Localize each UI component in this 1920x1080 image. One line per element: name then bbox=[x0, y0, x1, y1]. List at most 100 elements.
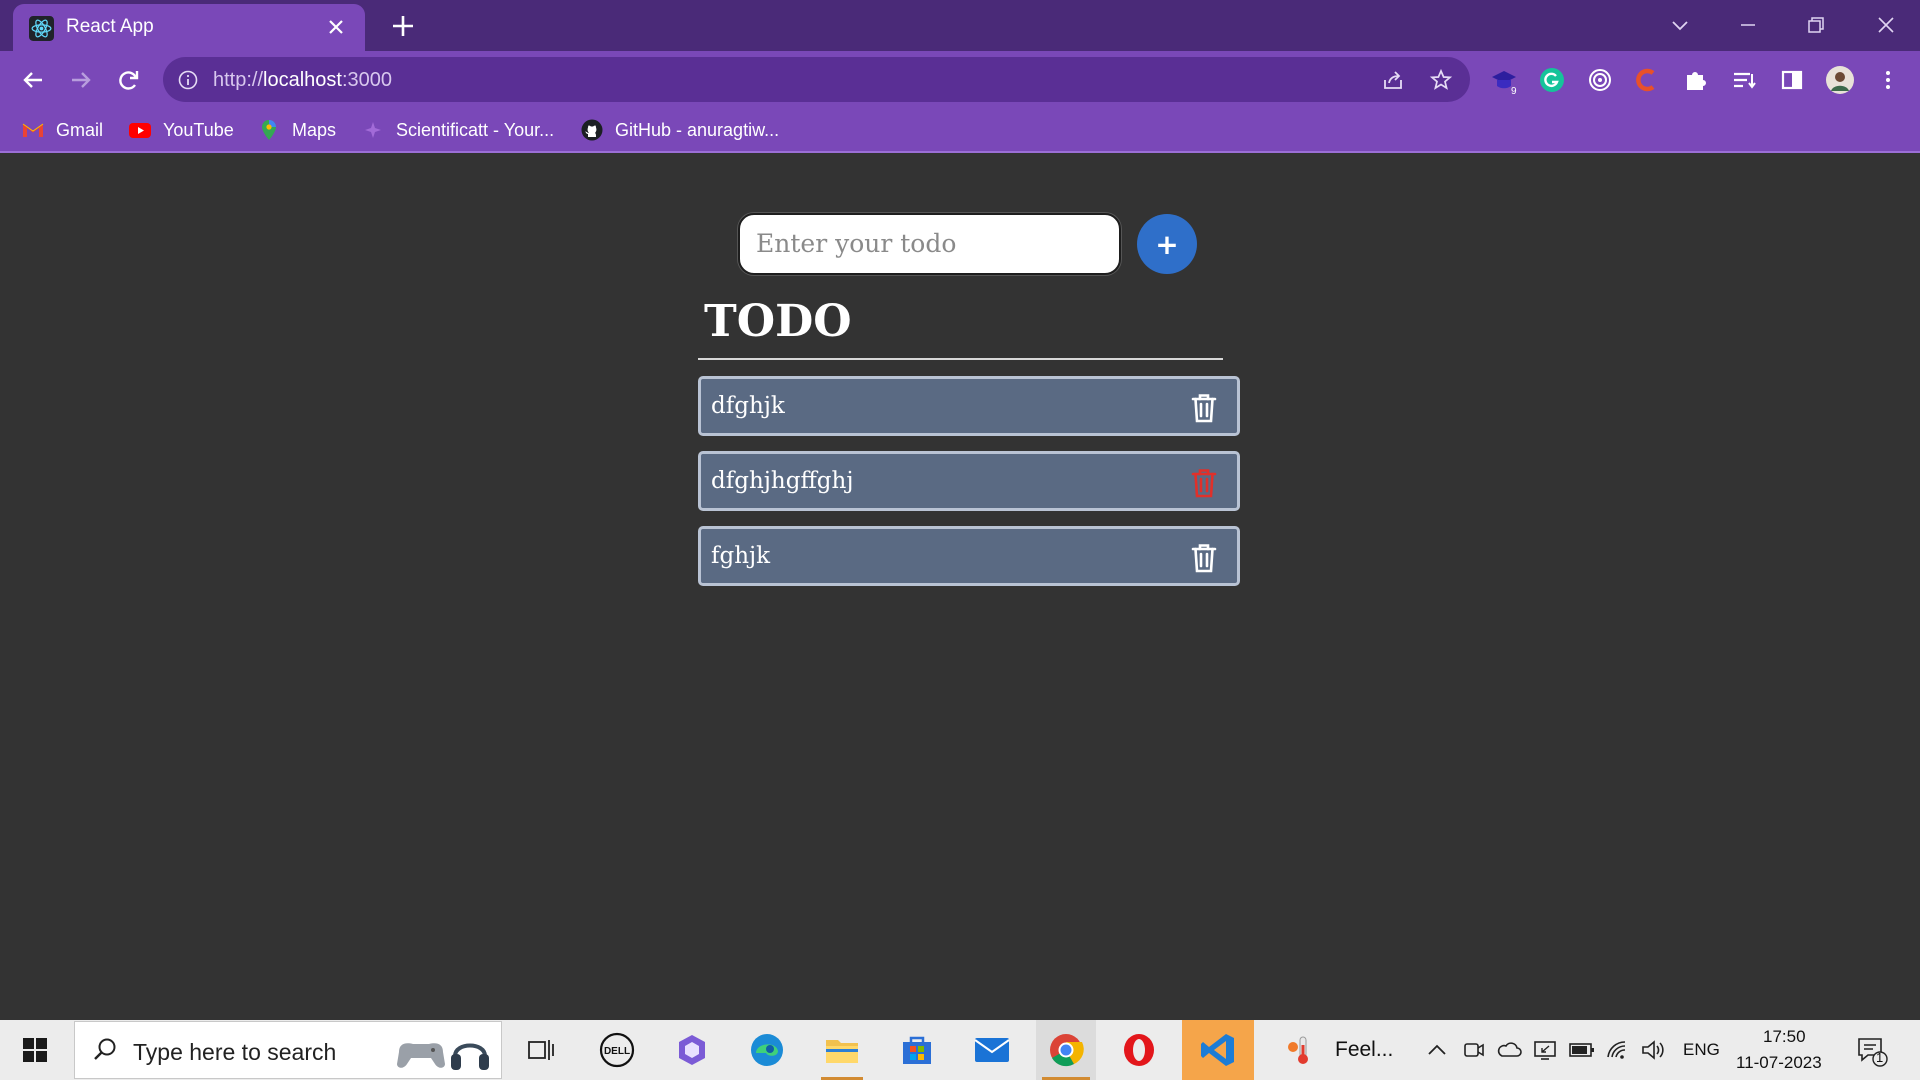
bookmarks-bar: Gmail YouTube Maps Scientificatt - Your.… bbox=[0, 108, 1920, 153]
todo-item-text: fghjk bbox=[711, 543, 771, 569]
scientificatt-icon bbox=[365, 122, 381, 138]
gaming-headset-icon bbox=[397, 1043, 489, 1070]
extension-badge: 9 bbox=[1511, 86, 1517, 95]
task-view-icon bbox=[528, 1040, 554, 1060]
taskbar-mail-app[interactable] bbox=[965, 1020, 1019, 1080]
todo-item[interactable]: fghjk bbox=[698, 526, 1240, 586]
edge-icon bbox=[751, 1034, 783, 1066]
opera-icon bbox=[1124, 1034, 1154, 1066]
taskbar-weather-widget[interactable]: Feel... bbox=[1283, 1020, 1403, 1080]
copilot-icon bbox=[679, 1035, 705, 1065]
taskbar-opera-app[interactable] bbox=[1112, 1020, 1166, 1080]
dell-icon: DELL bbox=[599, 1032, 635, 1068]
extension-graduation-cap-icon[interactable]: 9 bbox=[1489, 65, 1519, 95]
reload-icon[interactable] bbox=[114, 65, 144, 95]
taskbar-search-box[interactable]: Type here to search bbox=[74, 1021, 502, 1079]
windows-taskbar: Type here to search DELL Feel... ENG 17:… bbox=[0, 1020, 1920, 1080]
restore-icon[interactable] bbox=[1801, 10, 1831, 40]
taskbar-file-explorer-app[interactable] bbox=[815, 1020, 869, 1080]
notification-count: 1 bbox=[1876, 1050, 1884, 1065]
task-view-button[interactable] bbox=[516, 1020, 566, 1080]
site-info-icon[interactable] bbox=[177, 69, 199, 91]
forward-icon[interactable] bbox=[66, 65, 96, 95]
todo-item-text: dfghjk bbox=[711, 393, 785, 419]
svg-text:DELL: DELL bbox=[604, 1046, 630, 1057]
new-tab-icon[interactable] bbox=[390, 13, 416, 39]
extensions-puzzle-icon[interactable] bbox=[1681, 65, 1711, 95]
bookmark-label: Gmail bbox=[56, 119, 104, 140]
notifications-icon[interactable] bbox=[1855, 1034, 1889, 1068]
todo-item[interactable]: dfghjhgffghj bbox=[698, 451, 1240, 511]
todo-input-placeholder: Enter your todo bbox=[756, 229, 957, 258]
thermometer-icon bbox=[1288, 1036, 1308, 1064]
volume-icon[interactable] bbox=[1640, 1038, 1666, 1062]
add-todo-button[interactable]: + bbox=[1137, 214, 1197, 274]
c-extension-icon[interactable] bbox=[1633, 65, 1663, 95]
battery-icon[interactable] bbox=[1568, 1038, 1596, 1062]
maps-icon bbox=[262, 120, 276, 140]
taskbar-copilot-app[interactable] bbox=[665, 1020, 719, 1080]
browser-menu-icon[interactable] bbox=[1873, 65, 1903, 95]
bookmark-scientificatt[interactable]: Scientificatt - Your... bbox=[361, 117, 554, 143]
taskbar-vscode-app[interactable] bbox=[1182, 1020, 1254, 1080]
bookmark-label: Maps bbox=[292, 119, 337, 140]
share-icon[interactable] bbox=[1381, 68, 1405, 92]
taskbar-edge-app[interactable] bbox=[740, 1020, 794, 1080]
add-todo-label: + bbox=[1155, 227, 1179, 261]
tab-strip: React App bbox=[0, 0, 1920, 51]
tab-search-chevron-icon[interactable] bbox=[1665, 10, 1695, 40]
bookmark-label: Scientificatt - Your... bbox=[396, 119, 555, 140]
back-icon[interactable] bbox=[18, 65, 48, 95]
weather-label: Feel... bbox=[1335, 1038, 1394, 1061]
show-hidden-icons-chevron-icon[interactable] bbox=[1426, 1040, 1448, 1060]
todo-item-text: dfghjhgffghj bbox=[711, 468, 854, 494]
microsoft-store-icon bbox=[903, 1036, 931, 1064]
bookmark-github[interactable]: GitHub - anuragtiw... bbox=[580, 117, 779, 143]
side-panel-icon[interactable] bbox=[1777, 65, 1807, 95]
trash-icon[interactable] bbox=[1189, 467, 1219, 499]
chrome-icon bbox=[1050, 1034, 1084, 1067]
vscode-icon bbox=[1201, 1034, 1234, 1066]
bookmark-maps[interactable]: Maps bbox=[257, 117, 336, 143]
folder-icon bbox=[826, 1040, 858, 1063]
taskbar-dell-app[interactable]: DELL bbox=[590, 1020, 644, 1080]
browser-toolbar: http://localhost:3000 9 bbox=[0, 51, 1920, 108]
clock-time[interactable]: 17:50 bbox=[1763, 1027, 1806, 1047]
windows-logo-icon bbox=[23, 1038, 47, 1062]
github-icon bbox=[581, 119, 603, 141]
search-icon bbox=[94, 1038, 116, 1060]
wifi-icon[interactable] bbox=[1605, 1038, 1631, 1062]
gmail-icon bbox=[22, 123, 44, 137]
todo-heading: TODO bbox=[704, 296, 852, 347]
start-button[interactable] bbox=[0, 1020, 70, 1080]
trash-icon[interactable] bbox=[1189, 392, 1219, 424]
mail-icon bbox=[974, 1038, 1010, 1062]
minimize-icon[interactable] bbox=[1733, 10, 1763, 40]
bookmark-label: YouTube bbox=[163, 119, 234, 140]
onedrive-cloud-icon[interactable] bbox=[1496, 1038, 1522, 1062]
clock-date[interactable]: 11-07-2023 bbox=[1736, 1053, 1822, 1073]
taskbar-store-app[interactable] bbox=[890, 1020, 944, 1080]
grammarly-icon[interactable] bbox=[1537, 65, 1567, 95]
url-text: http://localhost:3000 bbox=[213, 69, 393, 91]
language-indicator[interactable]: ENG bbox=[1683, 1040, 1720, 1060]
bookmark-youtube[interactable]: YouTube bbox=[128, 117, 234, 143]
todo-input[interactable]: Enter your todo bbox=[738, 213, 1121, 275]
heading-divider bbox=[698, 358, 1223, 360]
bookmark-star-icon[interactable] bbox=[1429, 68, 1453, 92]
profile-avatar[interactable] bbox=[1825, 65, 1855, 95]
search-placeholder: Type here to search bbox=[133, 1039, 337, 1065]
close-tab-icon[interactable] bbox=[325, 16, 347, 38]
target-extension-icon[interactable] bbox=[1585, 65, 1615, 95]
close-window-icon[interactable] bbox=[1871, 10, 1901, 40]
reading-list-icon[interactable] bbox=[1729, 65, 1759, 95]
meet-now-icon[interactable] bbox=[1462, 1038, 1486, 1062]
youtube-icon bbox=[129, 123, 151, 138]
trash-icon[interactable] bbox=[1189, 542, 1219, 574]
taskbar-chrome-app[interactable] bbox=[1036, 1020, 1096, 1080]
tab-react-app[interactable]: React App bbox=[13, 4, 365, 51]
sync-display-icon[interactable] bbox=[1532, 1038, 1558, 1062]
bookmark-gmail[interactable]: Gmail bbox=[21, 117, 103, 143]
todo-item[interactable]: dfghjk bbox=[698, 376, 1240, 436]
address-bar[interactable]: http://localhost:3000 bbox=[163, 57, 1470, 102]
